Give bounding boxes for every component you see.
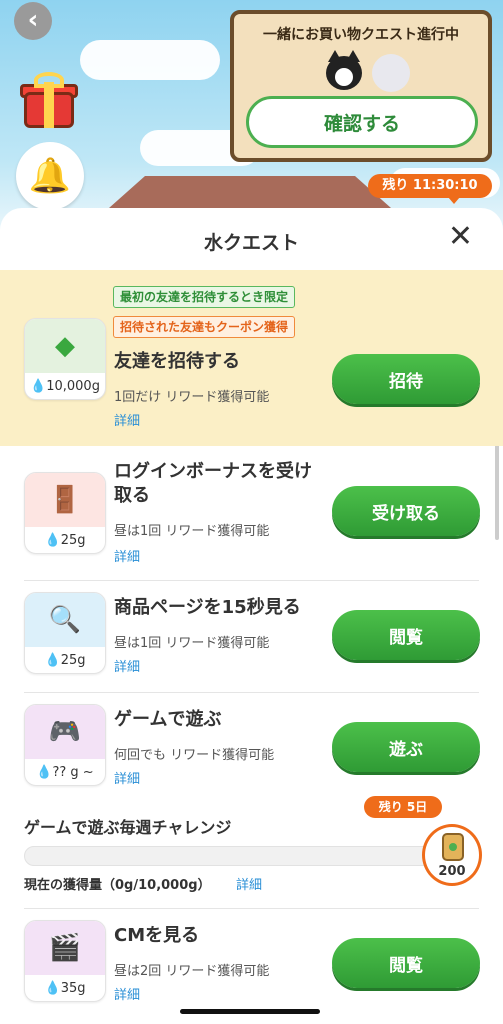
reward-amount: ?? g ~	[52, 765, 94, 780]
quest-view-product: 🔍 💧25g 商品ページを15秒見る 昼は1回 リワード獲得可能 詳細 閲覧	[0, 592, 503, 692]
gamepad-icon: 🎮	[25, 705, 105, 759]
quest-subtitle: 昼は2回 リワード獲得可能	[114, 964, 270, 979]
quest-icon-card: 🎮 💧?? g ~	[24, 704, 106, 786]
empty-avatar-slot	[372, 54, 410, 92]
detail-link[interactable]: 詳細	[114, 656, 140, 675]
search-icon: 🔍	[25, 593, 105, 647]
home-indicator	[180, 1009, 320, 1014]
reward-amount: 10,000g	[46, 379, 100, 394]
view-button[interactable]: 閲覧	[332, 610, 480, 660]
view-button[interactable]: 閲覧	[332, 938, 480, 988]
divider	[24, 908, 479, 909]
signboard-title: 一緒にお買い物クエスト進行中	[263, 27, 459, 43]
quest-icon-card: 🚪 💧25g	[24, 472, 106, 554]
coupon-tag: 招待された友達もクーポン獲得	[113, 316, 296, 338]
cat-avatar	[326, 50, 362, 90]
quest-login-bonus: 🚪 💧25g ログインボーナスを受け取る 昼は1回 リワード獲得可能 詳細 受け…	[0, 460, 503, 580]
close-icon[interactable]: ✕	[448, 222, 473, 252]
quest-title: CMを見る	[114, 925, 200, 946]
challenge-progress-bar	[24, 846, 434, 866]
limited-tag: 最初の友達を招待するとき限定	[113, 286, 296, 308]
quest-watch-cm: 🎬 💧35g CMを見る 昼は2回 リワード獲得可能 詳細 閲覧	[0, 920, 503, 1020]
challenge-reward[interactable]: 200	[422, 824, 482, 886]
quest-title: ログインボーナスを受け取る	[114, 461, 312, 506]
divider	[24, 580, 479, 581]
reward-amount: 25g	[60, 653, 86, 668]
quest-play-game: 🎮 💧?? g ~ ゲームで遊ぶ 何回でも リワード獲得可能 詳細 遊ぶ	[0, 704, 503, 790]
quest-icon-card: 🔍 💧25g	[24, 592, 106, 674]
detail-link[interactable]: 詳細	[114, 546, 140, 565]
timer-badge: 残り 11:30:10	[368, 174, 492, 204]
challenge-progress-label: 現在の獲得量（0g/10,000g）	[24, 878, 211, 893]
quest-subtitle: 1回だけ リワード獲得可能	[114, 390, 270, 405]
quest-icon-card: ◆ 💧10,000g	[24, 318, 106, 400]
water-quest-sheet: 水クエスト ✕ 最初の友達を招待するとき限定 招待された友達もクーポン獲得 ◆ …	[0, 208, 503, 1024]
seed-bag-icon	[442, 833, 464, 861]
sheet-title: 水クエスト	[203, 232, 299, 254]
challenge-title: ゲームで遊ぶ毎週チャレンジ	[24, 818, 232, 837]
quest-signboard: 一緒にお買い物クエスト進行中 確認する	[230, 10, 492, 162]
detail-link[interactable]: 詳細	[236, 874, 262, 893]
bell-icon[interactable]: 🔔	[16, 142, 84, 210]
gift-icon[interactable]	[20, 72, 78, 130]
quest-title: 友達を招待する	[114, 351, 240, 372]
detail-link[interactable]: 詳細	[114, 410, 140, 429]
quest-invite-friend: 最初の友達を招待するとき限定 招待された友達もクーポン獲得 ◆ 💧10,000g…	[0, 270, 503, 446]
quest-subtitle: 昼は1回 リワード獲得可能	[114, 636, 270, 651]
back-button[interactable]: ‹	[14, 2, 52, 40]
play-button[interactable]: 遊ぶ	[332, 722, 480, 772]
reward-amount: 35g	[60, 981, 86, 996]
quest-title: 商品ページを15秒見る	[114, 597, 301, 618]
beginner-mark-icon: ◆	[25, 319, 105, 373]
quest-title: ゲームで遊ぶ	[114, 709, 222, 730]
invite-button[interactable]: 招待	[332, 354, 480, 404]
detail-link[interactable]: 詳細	[114, 984, 140, 1003]
reward-amount: 25g	[60, 533, 86, 548]
quest-icon-card: 🎬 💧35g	[24, 920, 106, 1002]
confirm-button[interactable]: 確認する	[246, 96, 478, 148]
door-icon: 🚪	[25, 473, 105, 527]
quest-subtitle: 昼は1回 リワード獲得可能	[114, 524, 270, 539]
divider	[24, 692, 479, 693]
remaining-days-badge: 残り 5日	[364, 796, 442, 818]
clapperboard-icon: 🎬	[25, 921, 105, 975]
challenge-reward-amount: 200	[438, 864, 466, 879]
receive-button[interactable]: 受け取る	[332, 486, 480, 536]
quest-subtitle: 何回でも リワード獲得可能	[114, 748, 275, 763]
detail-link[interactable]: 詳細	[114, 768, 140, 787]
